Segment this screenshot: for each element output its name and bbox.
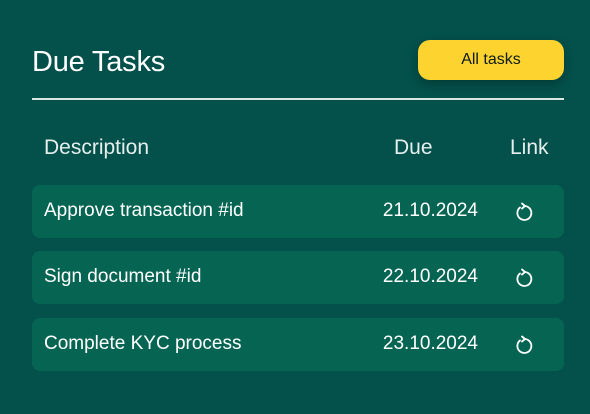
column-header-description: Description [44,136,150,159]
task-description: Complete KYC process [44,333,242,354]
task-row[interactable]: Approve transaction #id 21.10.2024 [32,185,564,238]
refresh-icon[interactable] [512,265,536,291]
due-tasks-panel: Due Tasks All tasks Description Due Link… [0,0,590,414]
page-title: Due Tasks [32,46,166,78]
task-due-date: 23.10.2024 [382,333,478,354]
task-description: Sign document #id [44,266,202,287]
task-description: Approve transaction #id [44,200,244,221]
all-tasks-button[interactable]: All tasks [418,40,564,80]
task-due-date: 21.10.2024 [382,200,478,221]
refresh-icon[interactable] [512,332,536,358]
task-row[interactable]: Complete KYC process 23.10.2024 [32,318,564,371]
panel-header: Due Tasks All tasks [32,38,564,86]
refresh-icon[interactable] [512,199,536,225]
task-row[interactable]: Sign document #id 22.10.2024 [32,251,564,304]
column-header-link: Link [510,136,549,159]
column-header-due: Due [394,136,433,159]
header-divider [32,98,564,100]
task-due-date: 22.10.2024 [382,266,478,287]
